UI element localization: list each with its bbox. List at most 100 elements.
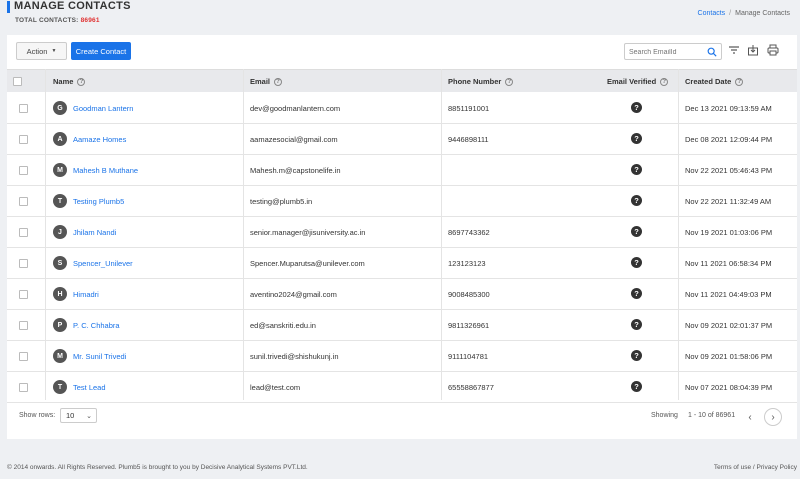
contact-name-link[interactable]: Testing Plumb5 — [73, 197, 124, 206]
footer-links[interactable]: Terms of use / Privacy Policy — [714, 464, 797, 471]
created-date: Nov 07 2021 08:04:39 PM — [685, 383, 773, 392]
table-row[interactable]: G Goodman Lantern dev@goodmanlantern.com… — [7, 93, 797, 124]
contact-name-link[interactable]: Spencer_Unilever — [73, 259, 133, 268]
column-phone-label: Phone Number — [448, 77, 502, 86]
contact-email: sunil.trivedi@shishukunj.in — [250, 352, 339, 361]
contact-phone: 8697743362 — [448, 228, 490, 237]
row-checkbox[interactable] — [19, 383, 28, 392]
export-icon[interactable] — [747, 44, 759, 56]
showing-label: Showing — [651, 412, 678, 419]
row-checkbox[interactable] — [19, 197, 28, 206]
help-icon[interactable]: ? — [505, 77, 514, 86]
table-row[interactable]: T Testing Plumb5 testing@plumb5.in ? Nov… — [7, 186, 797, 217]
title-accent-bar — [7, 1, 10, 13]
column-created-label: Created Date — [685, 77, 732, 86]
contact-phone: 8851191001 — [448, 104, 490, 113]
contact-phone: 123123123 — [448, 259, 486, 268]
created-date: Dec 13 2021 09:13:59 AM — [685, 104, 772, 113]
column-name-label: Name — [53, 77, 74, 86]
table-row[interactable]: M Mahesh B Muthane Mahesh.m@capstonelife… — [7, 155, 797, 186]
help-icon[interactable]: ? — [274, 77, 283, 86]
verified-status-icon: ? — [631, 257, 642, 268]
table-row[interactable]: S Spencer_Unilever Spencer.Muparutsa@uni… — [7, 248, 797, 279]
contact-name-link[interactable]: Jhilam Nandi — [73, 228, 116, 237]
toolbar: Action ▼ Create Contact — [7, 35, 797, 68]
search-icon[interactable] — [707, 47, 717, 57]
row-checkbox[interactable] — [19, 290, 28, 299]
contact-name-link[interactable]: Mahesh B Muthane — [73, 166, 138, 175]
avatar: A — [53, 132, 67, 146]
help-icon[interactable]: ? — [77, 77, 86, 86]
table-row[interactable]: M Mr. Sunil Trivedi sunil.trivedi@shishu… — [7, 341, 797, 372]
avatar: P — [53, 318, 67, 332]
row-checkbox[interactable] — [19, 352, 28, 361]
column-verified[interactable]: Email Verified? — [607, 77, 669, 86]
create-contact-button[interactable]: Create Contact — [71, 42, 131, 60]
verified-status-icon: ? — [631, 319, 642, 330]
chevron-left-icon: ‹ — [748, 411, 752, 423]
filter-icon[interactable] — [728, 44, 740, 56]
contact-email: senior.manager@jisuniversity.ac.in — [250, 228, 366, 237]
row-checkbox[interactable] — [19, 104, 28, 113]
contact-name-link[interactable]: Aamaze Homes — [73, 135, 126, 144]
avatar: S — [53, 256, 67, 270]
print-icon[interactable] — [767, 44, 779, 56]
created-date: Nov 11 2021 06:58:34 PM — [685, 259, 772, 268]
footer: © 2014 onwards. All Rights Reserved. Plu… — [0, 461, 800, 479]
copyright-text: © 2014 onwards. All Rights Reserved. Plu… — [7, 464, 308, 471]
rows-per-page-select[interactable]: 10 ⌄ — [60, 408, 97, 423]
contact-name-link[interactable]: Goodman Lantern — [73, 104, 133, 113]
row-checkbox[interactable] — [19, 166, 28, 175]
caret-down-icon: ▼ — [51, 48, 57, 54]
column-email[interactable]: Email? — [250, 77, 283, 86]
breadcrumb-contacts-link[interactable]: Contacts — [698, 10, 726, 17]
row-checkbox[interactable] — [19, 259, 28, 268]
created-date: Nov 22 2021 05:46:43 PM — [685, 166, 773, 175]
contact-email: aamazesocial@gmail.com — [250, 135, 338, 144]
contact-phone: 65558867877 — [448, 383, 494, 392]
avatar: H — [53, 287, 67, 301]
contact-name-link[interactable]: Himadri — [73, 290, 99, 299]
prev-page-button[interactable]: ‹ — [741, 408, 759, 426]
help-icon[interactable]: ? — [660, 77, 669, 86]
pagination-bar: Show rows: 10 ⌄ Showing 1 - 10 of 86961 ‹… — [7, 400, 797, 439]
search-input[interactable] — [629, 47, 705, 57]
breadcrumb-separator: / — [729, 10, 732, 17]
table-row[interactable]: H Himadri aventino2024@gmail.com 9008485… — [7, 279, 797, 310]
next-page-button[interactable]: › — [764, 408, 782, 426]
contact-name-link[interactable]: P. C. Chhabra — [73, 321, 120, 330]
row-checkbox[interactable] — [19, 228, 28, 237]
chevron-right-icon: › — [771, 411, 775, 423]
page-header: MANAGE CONTACTS TOTAL CONTACTS: 86961 Co… — [0, 0, 800, 34]
contact-name-link[interactable]: Mr. Sunil Trivedi — [73, 352, 126, 361]
table-row[interactable]: P P. C. Chhabra ed@sanskriti.edu.in 9811… — [7, 310, 797, 341]
created-date: Dec 08 2021 12:09:44 PM — [685, 135, 773, 144]
breadcrumb-current: Manage Contacts — [735, 10, 790, 17]
help-icon[interactable]: ? — [735, 77, 744, 86]
row-checkbox[interactable] — [19, 135, 28, 144]
created-date: Nov 19 2021 01:03:06 PM — [685, 228, 773, 237]
verified-status-icon: ? — [631, 288, 642, 299]
contact-email: testing@plumb5.in — [250, 197, 313, 206]
column-created[interactable]: Created Date? — [685, 77, 744, 86]
action-dropdown-button[interactable]: Action ▼ — [16, 42, 67, 60]
select-all-checkbox[interactable] — [13, 77, 22, 86]
contact-phone: 9446898111 — [448, 135, 489, 144]
avatar: J — [53, 225, 67, 239]
column-name[interactable]: Name? — [53, 77, 86, 86]
action-label: Action — [26, 46, 48, 56]
row-checkbox[interactable] — [19, 321, 28, 330]
table-row[interactable]: J Jhilam Nandi senior.manager@jisunivers… — [7, 217, 797, 248]
breadcrumb: Contacts / Manage Contacts — [698, 10, 790, 17]
contact-email: lead@test.com — [250, 383, 301, 392]
table-row[interactable]: T Test Lead lead@test.com 65558867877 ? … — [7, 372, 797, 403]
verified-status-icon: ? — [631, 350, 642, 361]
table-row[interactable]: A Aamaze Homes aamazesocial@gmail.com 94… — [7, 124, 797, 155]
contact-name-link[interactable]: Test Lead — [73, 383, 106, 392]
contact-phone: 9111104781 — [448, 352, 489, 361]
verified-status-icon: ? — [631, 381, 642, 392]
total-contacts-label: TOTAL CONTACTS: — [15, 17, 79, 24]
verified-status-icon: ? — [631, 195, 642, 206]
column-email-label: Email — [250, 77, 271, 86]
column-phone[interactable]: Phone Number? — [448, 77, 514, 86]
